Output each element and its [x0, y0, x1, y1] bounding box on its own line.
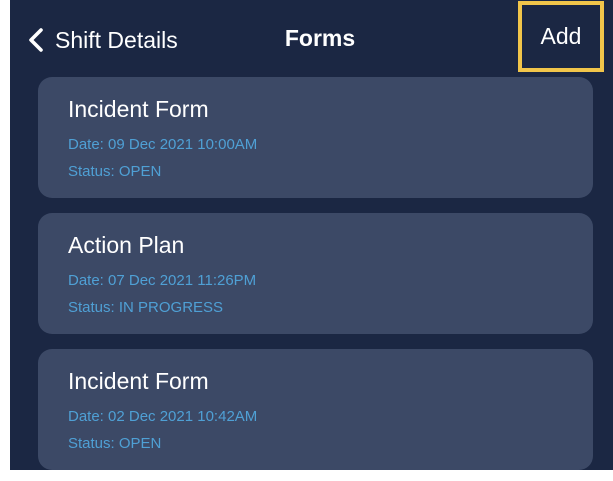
form-card[interactable]: Action Plan Date: 07 Dec 2021 11:26PM St… — [38, 213, 593, 334]
forms-screen: Shift Details Forms Add Incident Form Da… — [10, 0, 613, 470]
page-title: Forms — [284, 25, 356, 51]
add-button-label: Add — [540, 23, 582, 49]
chevron-left-icon — [29, 28, 43, 52]
form-title: Incident Form — [68, 96, 209, 122]
form-status: Status: OPEN — [68, 435, 162, 452]
form-card[interactable]: Incident Form Date: 09 Dec 2021 10:00AM … — [38, 77, 593, 198]
form-status: Status: IN PROGRESS — [68, 299, 224, 316]
navigation-bar: Shift Details Forms Add — [10, 0, 613, 80]
back-button-label: Shift Details — [55, 26, 178, 53]
forms-list: Incident Form Date: 09 Dec 2021 10:00AM … — [38, 77, 593, 470]
form-date: Date: 07 Dec 2021 11:26PM — [68, 272, 257, 289]
form-card[interactable]: Incident Form Date: 02 Dec 2021 10:42AM … — [38, 349, 593, 470]
form-title: Incident Form — [68, 368, 209, 394]
add-button[interactable]: Add — [518, 1, 604, 72]
form-date: Date: 02 Dec 2021 10:42AM — [68, 408, 258, 425]
form-status: Status: OPEN — [68, 163, 162, 180]
form-date: Date: 09 Dec 2021 10:00AM — [68, 136, 258, 153]
form-title: Action Plan — [68, 232, 185, 258]
back-button[interactable]: Shift Details — [26, 22, 178, 58]
